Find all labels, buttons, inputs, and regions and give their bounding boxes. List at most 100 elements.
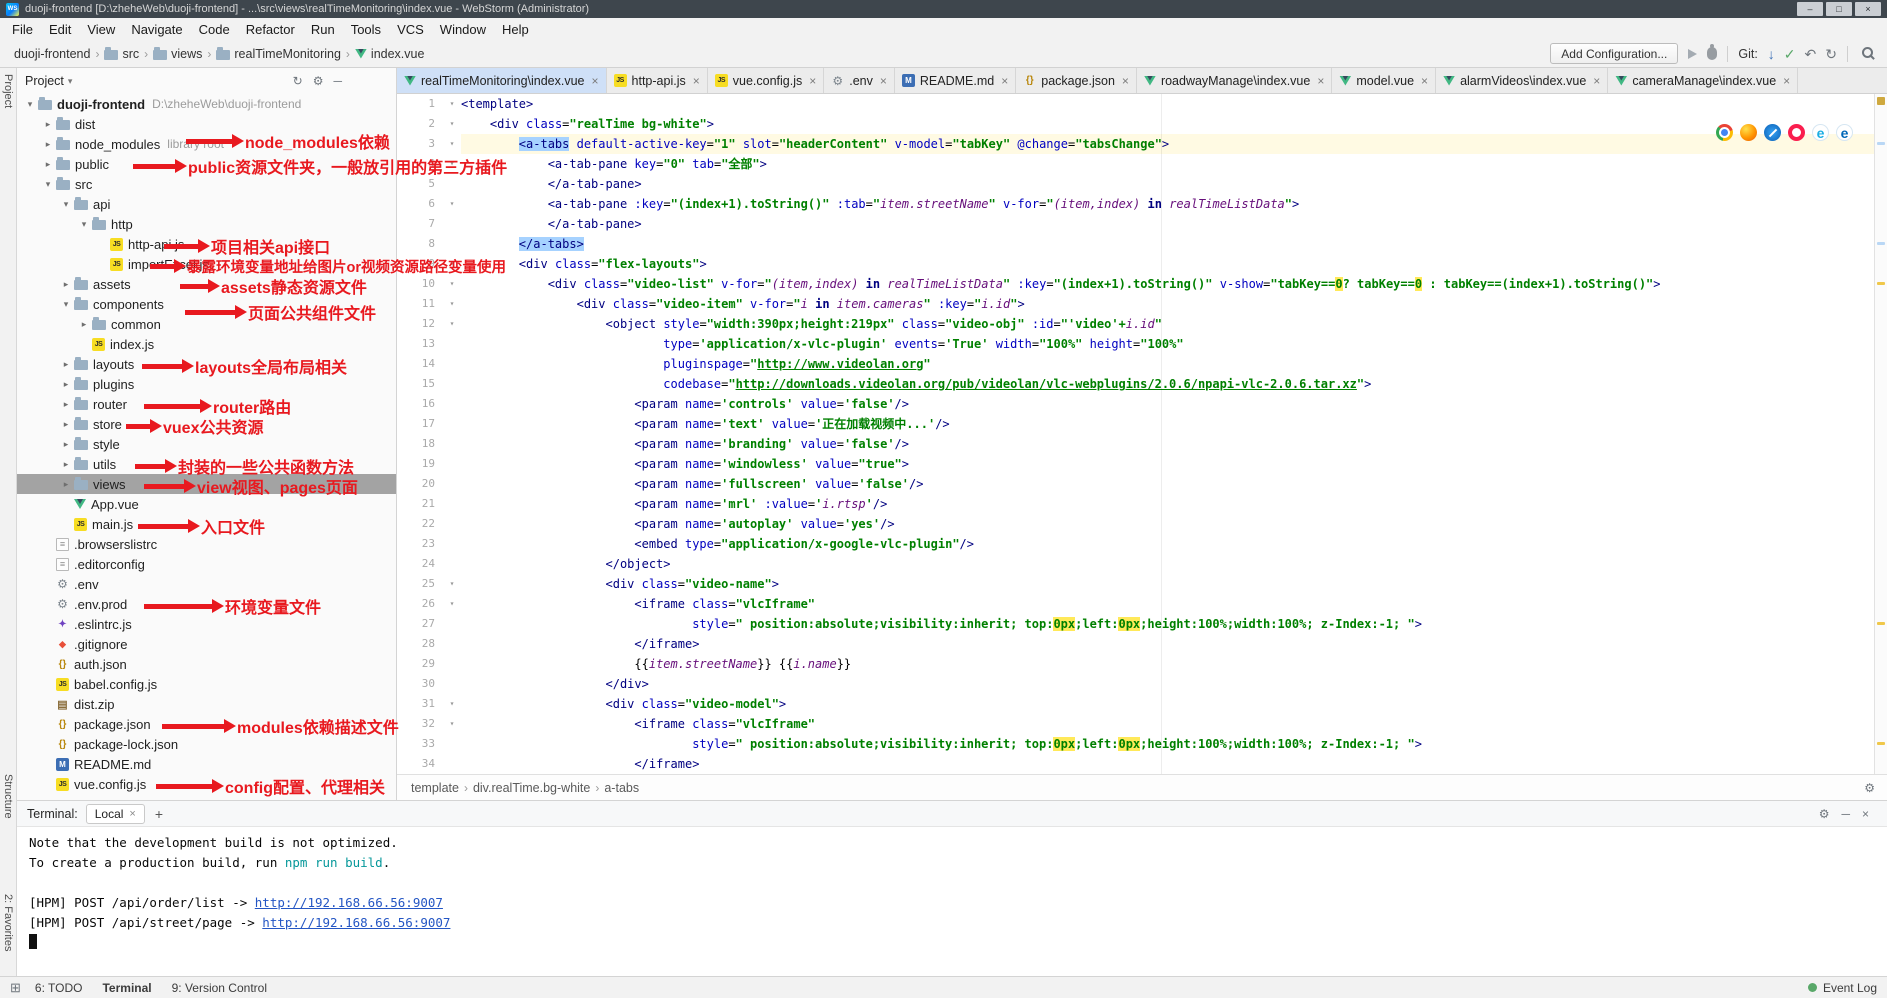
tree-item-store[interactable]: ▸store <box>17 414 396 434</box>
editor-tab-realtimemonitoring-index-vue[interactable]: realTimeMonitoring\index.vue× <box>397 68 607 93</box>
new-session-icon[interactable]: + <box>151 806 167 822</box>
chevron-icon[interactable]: ▾ <box>41 179 55 190</box>
breadcrumb-settings-icon[interactable]: ⚙ <box>1864 781 1875 795</box>
tree-item-plugins[interactable]: ▸plugins <box>17 374 396 394</box>
close-button[interactable]: × <box>1855 2 1881 16</box>
code-line-27[interactable]: 27 style=" position:absolute;visibility:… <box>397 614 1887 634</box>
code-line-34[interactable]: 34 </iframe> <box>397 754 1887 774</box>
stripe-mark[interactable] <box>1877 622 1885 625</box>
code-line-17[interactable]: 17 <param name='text' value='正在加载视频中...'… <box>397 414 1887 434</box>
fold-icon[interactable]: ▾ <box>443 254 461 274</box>
code-line-29[interactable]: 29 {{item.streetName}} {{i.name}} <box>397 654 1887 674</box>
tool-window-switcher-icon[interactable]: ⊞ <box>10 980 21 996</box>
close-tab-icon[interactable]: × <box>809 74 816 88</box>
close-tab-icon[interactable]: × <box>1317 74 1324 88</box>
editor-tab-cameramanage-index-vue[interactable]: cameraManage\index.vue× <box>1608 68 1798 93</box>
code-line-6[interactable]: 6▾ <a-tab-pane :key="(index+1).toString(… <box>397 194 1887 214</box>
tree-item-editorconfig[interactable]: ≡.editorconfig <box>17 554 396 574</box>
breadcrumb-views[interactable]: views <box>151 47 204 61</box>
code-line-1[interactable]: 1▾<template> <box>397 94 1887 114</box>
tree-item-views[interactable]: ▸views <box>17 474 396 494</box>
tree-item-importexcel-js[interactable]: JSimportExcel.js <box>17 254 396 274</box>
tree-item-common[interactable]: ▸common <box>17 314 396 334</box>
tree-item-readme-md[interactable]: MREADME.md <box>17 754 396 774</box>
git-history-icon[interactable]: ↻ <box>1825 47 1837 61</box>
fold-icon[interactable]: ▾ <box>443 294 461 314</box>
code-line-32[interactable]: 32▾ <iframe class="vlcIframe" <box>397 714 1887 734</box>
code-line-19[interactable]: 19 <param name='windowless' value="true"… <box>397 454 1887 474</box>
fold-icon[interactable]: ▾ <box>443 694 461 714</box>
event-log-label[interactable]: Event Log <box>1823 981 1877 995</box>
chevron-icon[interactable]: ▸ <box>41 119 55 130</box>
menu-refactor[interactable]: Refactor <box>238 22 303 37</box>
git-commit-icon[interactable]: ✓ <box>1784 47 1796 61</box>
tree-item-api[interactable]: ▾api <box>17 194 396 214</box>
tool-stripe-project[interactable]: Project <box>2 74 14 108</box>
fold-icon[interactable]: ▾ <box>443 314 461 334</box>
close-tab-icon[interactable]: × <box>1122 74 1129 88</box>
tree-item-env-prod[interactable]: ⚙.env.prod <box>17 594 396 614</box>
fold-icon[interactable]: ▾ <box>443 114 461 134</box>
close-tab-icon[interactable]: × <box>1001 74 1008 88</box>
chevron-icon[interactable]: ▸ <box>59 439 73 450</box>
debug-icon[interactable] <box>1707 47 1717 60</box>
editor-breadcrumb-template[interactable]: template <box>409 781 461 795</box>
close-tab-icon[interactable]: × <box>693 74 700 88</box>
tree-item-package-lock-json[interactable]: {}package-lock.json <box>17 734 396 754</box>
tree-item-src[interactable]: ▾src <box>17 174 396 194</box>
editor-tab-model-vue[interactable]: model.vue× <box>1332 68 1436 93</box>
tree-item-public[interactable]: ▸public <box>17 154 396 174</box>
tree-item-duoji-frontend[interactable]: ▾duoji-frontendD:\zheheWeb\duoji-fronten… <box>17 94 396 114</box>
chevron-icon[interactable]: ▸ <box>59 419 73 430</box>
code-line-31[interactable]: 31▾ <div class="video-model"> <box>397 694 1887 714</box>
chevron-icon[interactable]: ▸ <box>59 399 73 410</box>
menu-window[interactable]: Window <box>432 22 494 37</box>
menu-vcs[interactable]: VCS <box>389 22 432 37</box>
tree-item-main-js[interactable]: JSmain.js <box>17 514 396 534</box>
code-editor[interactable]: 1▾<template>2▾ <div class="realTime bg-w… <box>397 94 1887 774</box>
code-line-18[interactable]: 18 <param name='branding' value='false'/… <box>397 434 1887 454</box>
run-icon[interactable] <box>1688 49 1697 59</box>
menu-file[interactable]: File <box>4 22 41 37</box>
tree-item-assets[interactable]: ▸assets <box>17 274 396 294</box>
breadcrumb-src[interactable]: src <box>102 47 141 61</box>
code-line-13[interactable]: 13 type='application/x-vlc-plugin' event… <box>397 334 1887 354</box>
breadcrumb-index-vue[interactable]: index.vue <box>353 47 427 61</box>
chrome-icon[interactable] <box>1716 124 1733 141</box>
chevron-down-icon[interactable]: ▾ <box>68 76 73 87</box>
minimize-icon[interactable]: ─ <box>1841 807 1850 821</box>
tree-item-gitignore[interactable]: ◆.gitignore <box>17 634 396 654</box>
fold-icon[interactable]: ▾ <box>443 94 461 114</box>
editor-tab-alarmvideos-index-vue[interactable]: alarmVideos\index.vue× <box>1436 68 1608 93</box>
stripe-mark[interactable] <box>1877 142 1885 145</box>
close-tab-icon[interactable]: × <box>129 808 135 820</box>
close-tab-icon[interactable]: × <box>1783 74 1790 88</box>
fold-icon[interactable]: ▾ <box>443 134 461 154</box>
tool-stripe-structure[interactable]: Structure <box>2 774 14 819</box>
breadcrumb-duoji-frontend[interactable]: duoji-frontend <box>12 47 92 61</box>
menu-code[interactable]: Code <box>191 22 238 37</box>
tree-item-utils[interactable]: ▸utils <box>17 454 396 474</box>
editor-tab-roadwaymanage-index-vue[interactable]: roadwayManage\index.vue× <box>1137 68 1332 93</box>
code-line-33[interactable]: 33 style=" position:absolute;visibility:… <box>397 734 1887 754</box>
code-line-30[interactable]: 30 </div> <box>397 674 1887 694</box>
settings-gear-icon[interactable]: ⚙ <box>1819 807 1830 821</box>
chevron-icon[interactable]: ▸ <box>41 139 55 150</box>
terminal-link[interactable]: http://192.168.66.56:9007 <box>262 915 450 930</box>
editor-tab-vue-config-js[interactable]: JSvue.config.js× <box>708 68 825 93</box>
close-icon[interactable]: × <box>1862 807 1869 821</box>
code-line-9[interactable]: 9▾ <div class="flex-layouts"> <box>397 254 1887 274</box>
tree-item-node-modules[interactable]: ▸node_moduleslibrary root <box>17 134 396 154</box>
maximize-button[interactable]: □ <box>1826 2 1852 16</box>
editor-tab-http-api-js[interactable]: JShttp-api.js× <box>607 68 708 93</box>
close-tab-icon[interactable]: × <box>592 74 599 88</box>
add-configuration-button[interactable]: Add Configuration... <box>1550 43 1678 64</box>
tree-item-dist[interactable]: ▸dist <box>17 114 396 134</box>
tree-item-http-api-js[interactable]: JShttp-api.js <box>17 234 396 254</box>
menu-view[interactable]: View <box>79 22 123 37</box>
tree-item-auth-json[interactable]: {}auth.json <box>17 654 396 674</box>
code-line-22[interactable]: 22 <param name='autoplay' value='yes'/> <box>397 514 1887 534</box>
project-panel-header[interactable]: Project ▾ ↻⚙─ <box>17 68 396 94</box>
close-tab-icon[interactable]: × <box>1593 74 1600 88</box>
menu-run[interactable]: Run <box>303 22 343 37</box>
